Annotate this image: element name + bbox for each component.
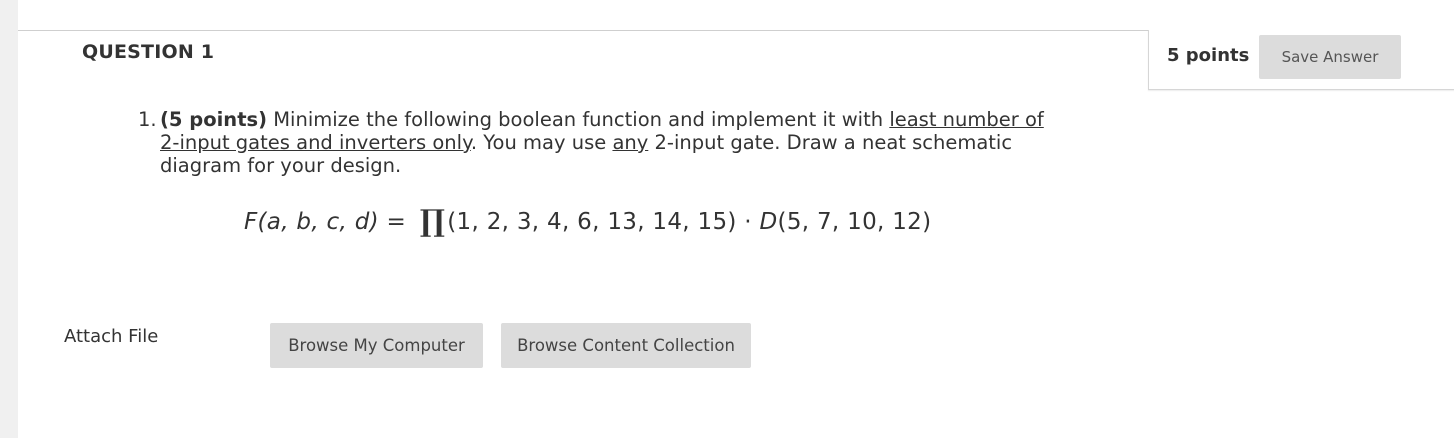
question-panel: QUESTION 1 5 points Save Answer 1. (5 po…	[18, 0, 1454, 438]
text-part2: . You may use	[470, 131, 607, 154]
text-part1: Minimize the following boolean function …	[273, 108, 884, 131]
formula-lhs: F(a, b, c, d)	[244, 209, 379, 235]
top-divider	[18, 0, 1454, 31]
product-symbol: ∏	[419, 204, 446, 239]
question-title: QUESTION 1	[82, 41, 215, 63]
browse-my-computer-button[interactable]: Browse My Computer	[270, 323, 483, 368]
formula-equals: =	[386, 209, 407, 235]
boolean-formula: F(a, b, c, d) = ∏(1, 2, 3, 4, 6, 13, 14,…	[244, 204, 931, 239]
question-number: 1.	[138, 108, 157, 131]
attach-file-label: Attach File	[64, 326, 159, 347]
browse-content-collection-button[interactable]: Browse Content Collection	[501, 323, 751, 368]
save-answer-button[interactable]: Save Answer	[1259, 35, 1401, 79]
formula-maxterms: (1, 2, 3, 4, 6, 13, 14, 15)	[447, 209, 737, 235]
formula-dot: ·	[744, 209, 752, 235]
points-label: 5 points	[1167, 45, 1250, 66]
formula-dontcares: (5, 7, 10, 12)	[777, 209, 932, 235]
text-underline2: any	[612, 131, 649, 154]
dontcare-fn: D	[759, 209, 778, 235]
points-box: 5 points Save Answer	[1148, 30, 1454, 90]
question-text: 1. (5 points) Minimize the following boo…	[138, 108, 1068, 177]
points-inline: (5 points)	[160, 108, 268, 131]
